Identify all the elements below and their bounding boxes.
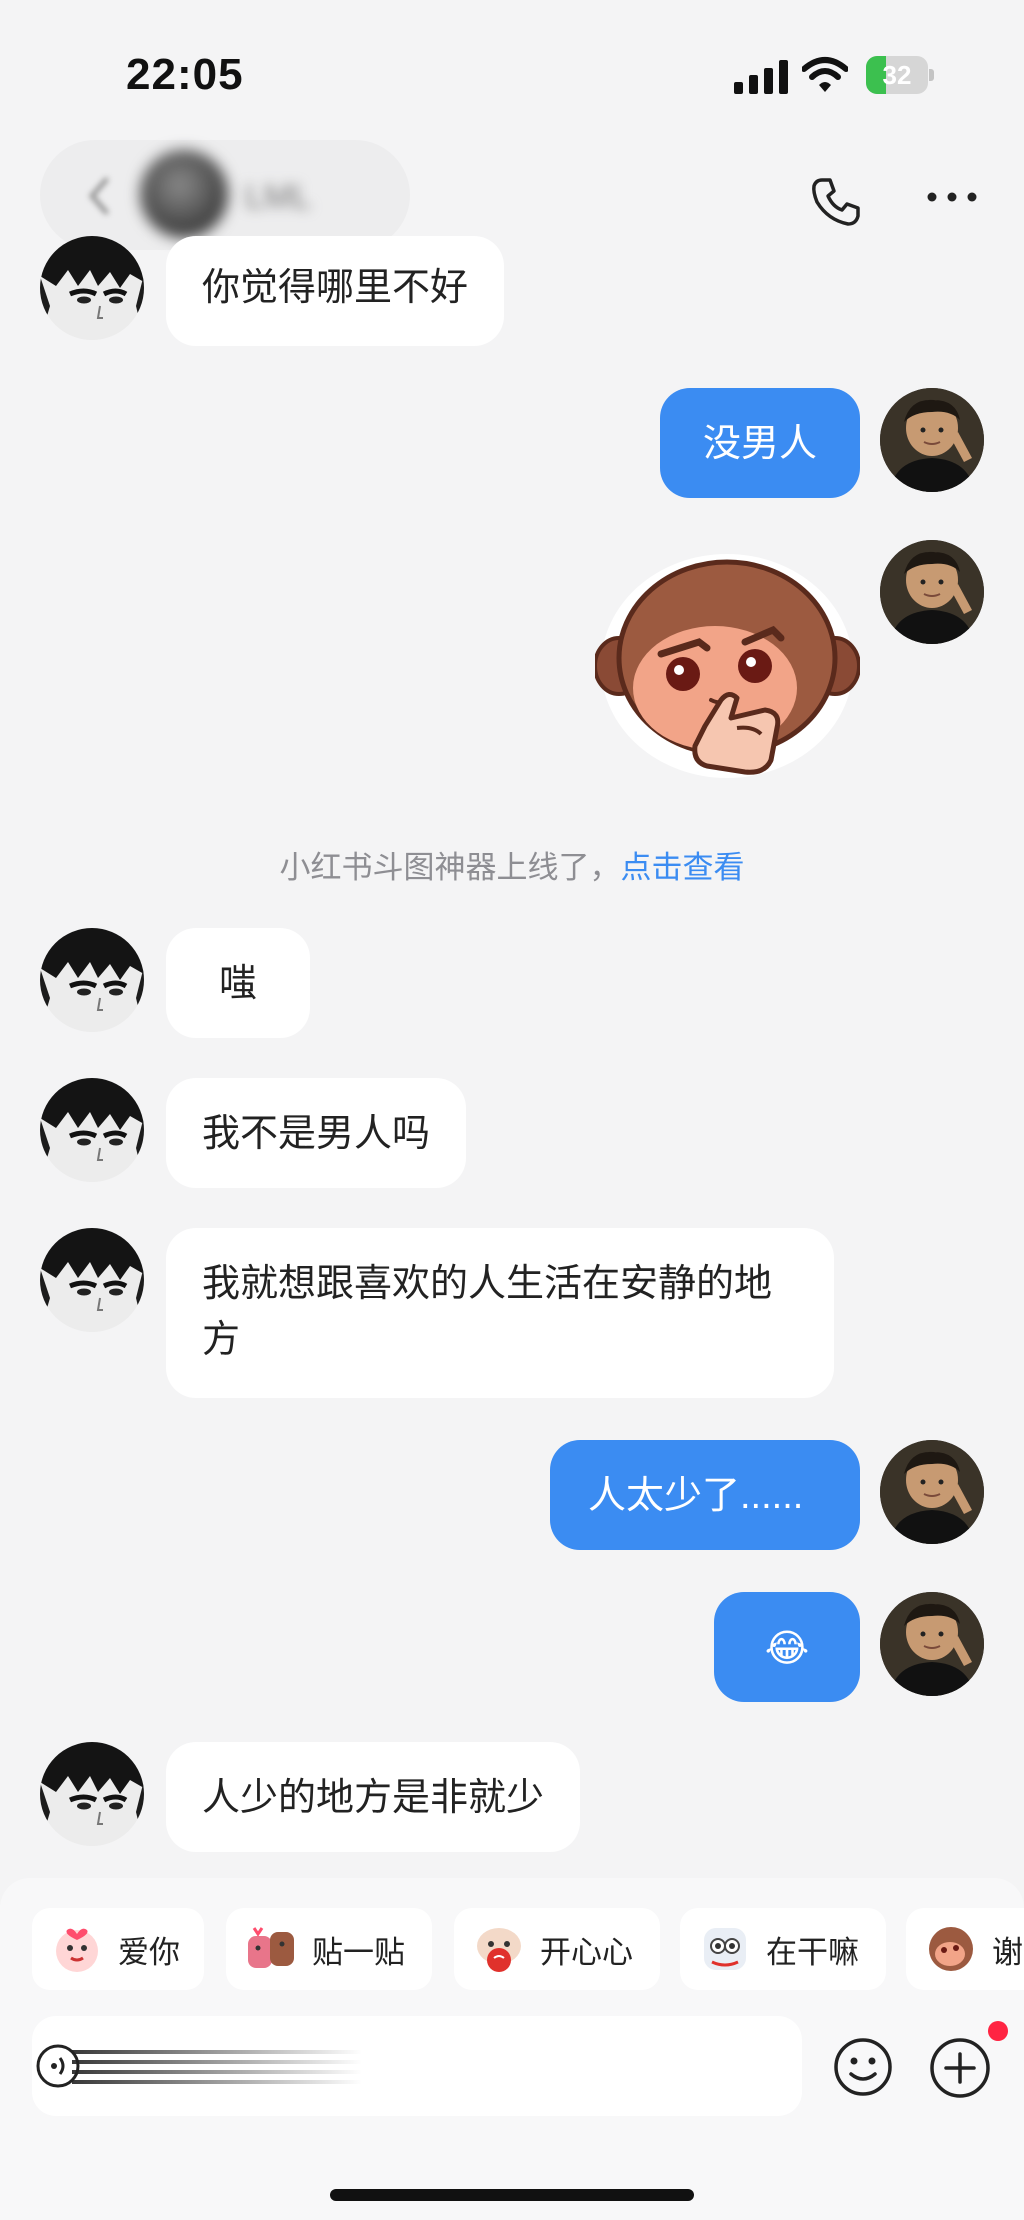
my-avatar[interactable] [880, 388, 984, 492]
quick-sticker-what[interactable]: 在干嘛 [680, 1908, 886, 1990]
cellular-signal-icon [734, 60, 788, 94]
sticker-love-icon [56, 1928, 98, 1972]
more-options-icon[interactable] [925, 182, 979, 212]
quick-sticker-hug[interactable]: 贴一贴 [226, 1908, 432, 1990]
sticker-thanks-icon [929, 1927, 973, 1971]
battery-percentage: 32 [882, 60, 912, 90]
quick-sticker-label: 贴一贴 [312, 1934, 405, 1970]
system-notice: 小红书斗图神器上线了，点击查看 [0, 842, 1024, 887]
my-avatar[interactable] [880, 540, 984, 644]
message-bubble[interactable]: 嗤 [166, 928, 310, 1038]
contact-name: LML [245, 178, 312, 216]
message-text: 嗤 [218, 963, 257, 1005]
contact-avatar[interactable] [140, 150, 228, 238]
message-text: 我就想跟喜欢的人生活在安静的地方 [202, 1263, 773, 1361]
sticker-what-icon [704, 1928, 746, 1970]
sender-avatar[interactable] [40, 1078, 144, 1182]
battery-icon: 32 [866, 56, 934, 94]
message-bubble[interactable]: 人太少了...... [550, 1440, 860, 1550]
contact-info[interactable]: LML [40, 140, 410, 250]
message-bubble[interactable]: 我不是男人吗 [166, 1078, 467, 1188]
sticker-hug-icon [248, 1927, 294, 1968]
message-text: 你觉得哪里不好 [202, 267, 469, 309]
phone-call-icon[interactable] [808, 174, 864, 230]
sticker-happy-icon [477, 1928, 521, 1972]
smirking-monkey-sticker[interactable] [595, 550, 860, 790]
message-bubble[interactable]: 人少的地方是非就少 [166, 1742, 581, 1852]
message-text: 人少的地方是非就少 [202, 1777, 545, 1819]
back-icon[interactable] [86, 176, 110, 216]
status-bar: 22:05 32 [0, 0, 1024, 150]
chat-header: LML [0, 140, 1024, 260]
home-indicator [330, 2189, 694, 2201]
message-bubble[interactable]: 你觉得哪里不好 [166, 236, 505, 346]
sender-avatar[interactable] [40, 236, 144, 340]
quick-sticker-happy[interactable]: 开心心 [454, 1908, 660, 1990]
quick-sticker-label: 爱你 [118, 1934, 180, 1970]
message-text: 我不是男人吗 [202, 1113, 431, 1155]
add-attachment-icon[interactable] [928, 2036, 992, 2100]
my-avatar[interactable] [880, 1440, 984, 1544]
message-text: 没男人 [702, 423, 817, 465]
quick-sticker-label: 开心心 [540, 1934, 633, 1970]
status-time: 22:05 [126, 50, 244, 99]
wifi-icon [802, 57, 848, 92]
quick-sticker-label: 谢 [992, 1934, 1023, 1970]
quick-sticker-love[interactable]: 爱你 [32, 1908, 204, 1990]
sender-avatar[interactable] [40, 1742, 144, 1846]
message-bubble[interactable]: 我就想跟喜欢的人生活在安静的地方 [166, 1228, 834, 1398]
quick-sticker-thanks[interactable]: 谢 [906, 1908, 1024, 1990]
emoji-icon[interactable] [832, 2036, 894, 2098]
message-bubble[interactable]: 😂 [714, 1592, 860, 1702]
notification-dot [988, 2021, 1008, 2041]
sender-avatar[interactable] [40, 1228, 144, 1332]
voice-input-icon[interactable] [32, 2016, 362, 2116]
sender-avatar[interactable] [40, 928, 144, 1032]
my-avatar[interactable] [880, 1592, 984, 1696]
message-text: 😂 [764, 1626, 810, 1670]
message-text: 人太少了...... [588, 1475, 804, 1517]
message-input[interactable] [32, 2016, 802, 2116]
quick-sticker-label: 在干嘛 [766, 1934, 859, 1970]
view-link[interactable]: 点击查看 [621, 850, 745, 885]
system-notice-text: 小红书斗图神器上线了， [279, 850, 621, 885]
message-bubble[interactable]: 没男人 [660, 388, 860, 498]
